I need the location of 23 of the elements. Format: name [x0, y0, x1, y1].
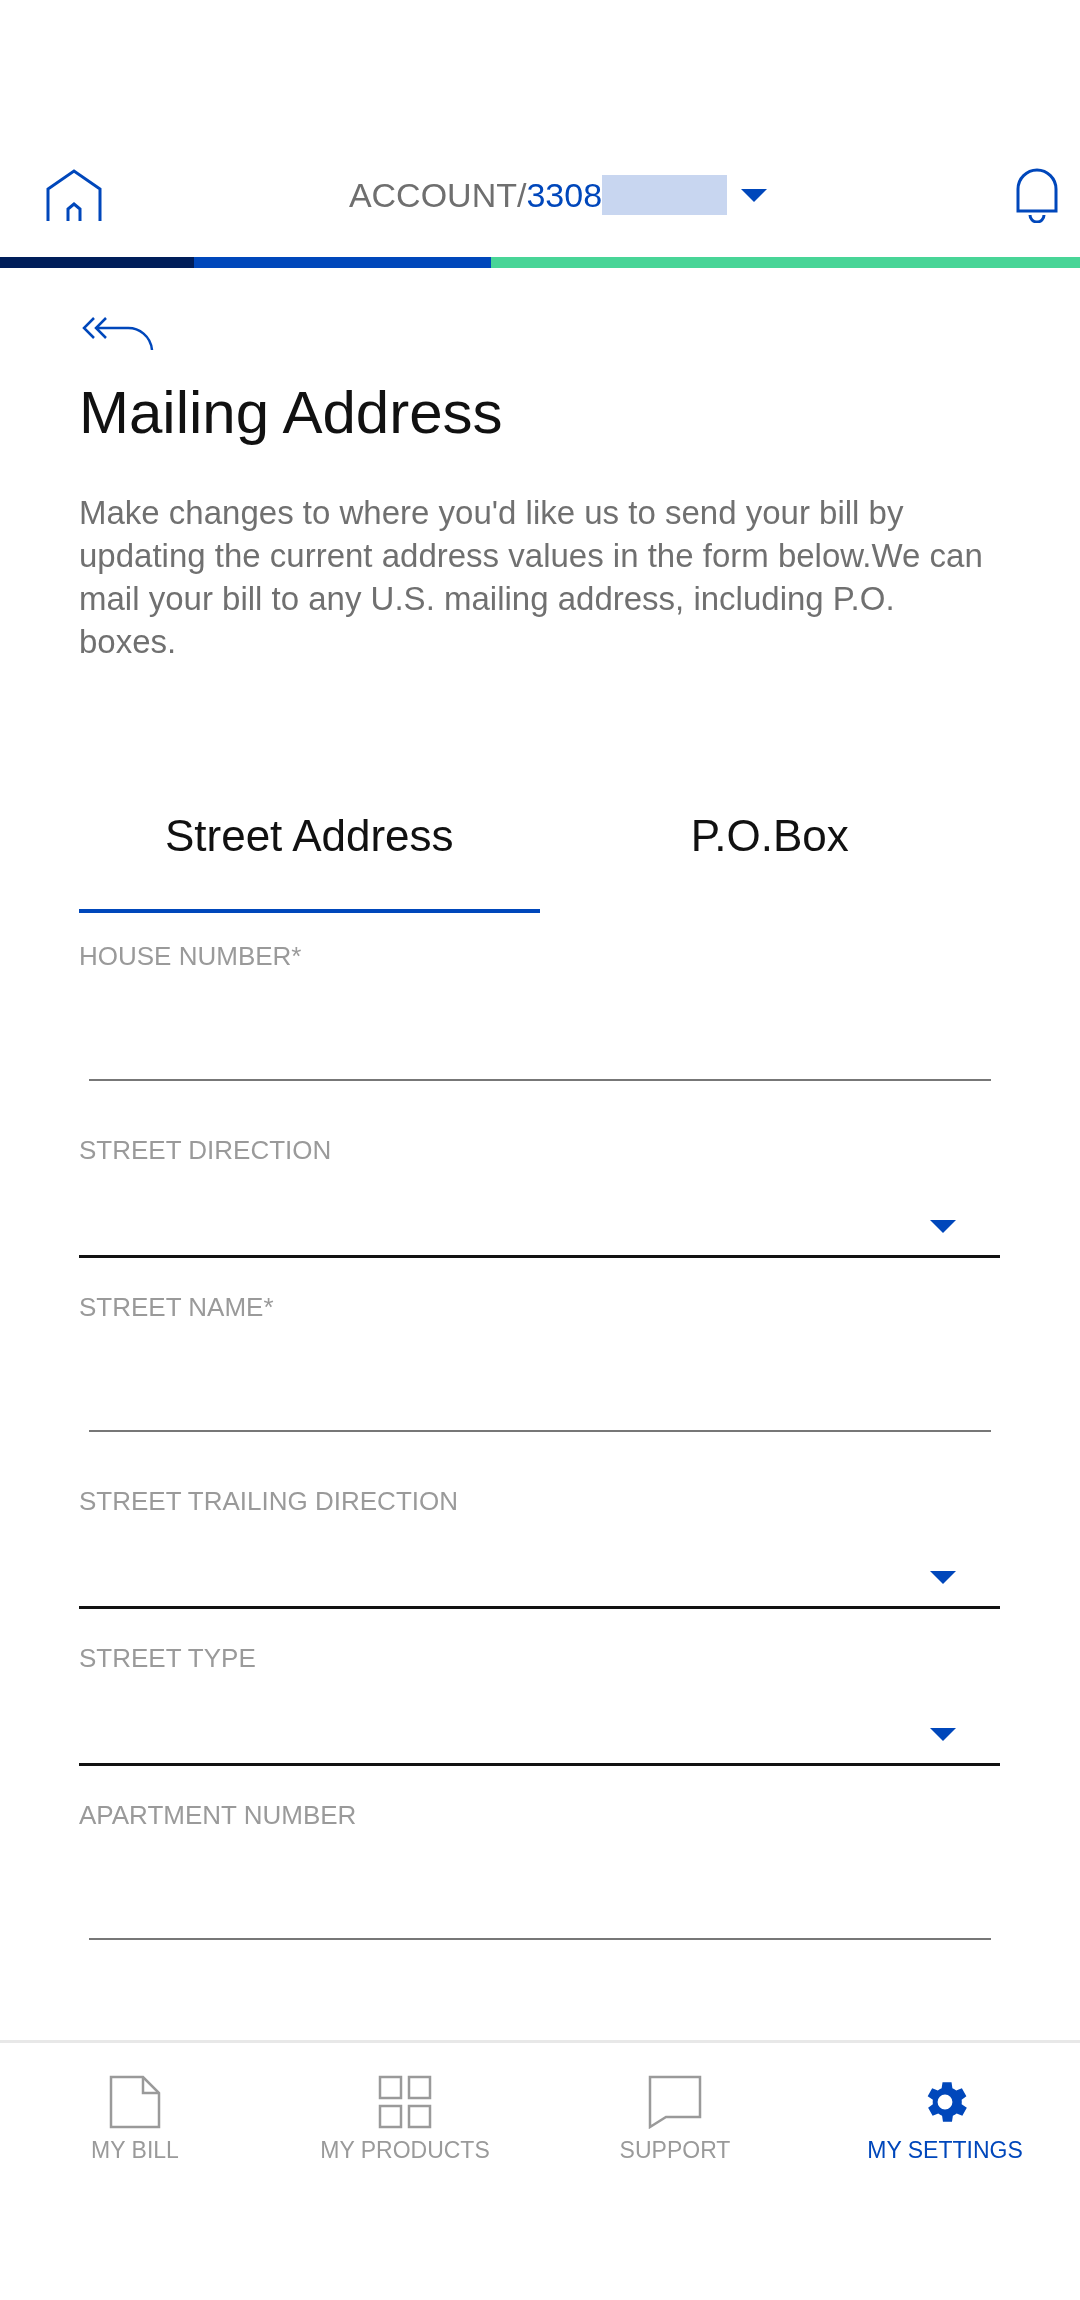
account-label: ACCOUNT/ — [348, 175, 527, 215]
back-arrow-icon[interactable] — [82, 316, 154, 352]
home-icon[interactable] — [46, 169, 102, 221]
caret-icon — [930, 1728, 956, 1741]
caret-icon — [930, 1571, 956, 1584]
page-title: Mailing Address — [79, 378, 504, 447]
tab[interactable]: Street Address — [79, 763, 540, 913]
nav-item[interactable]: MY SETTINGS — [810, 2043, 1080, 2165]
field-label: STREET TRAILING DIRECTION — [79, 1486, 459, 1516]
grid-icon — [378, 2075, 432, 2129]
bell-icon[interactable] — [1014, 167, 1060, 223]
description-text: Make changes to where you'd like us to send your bill by updating the current address values in the form below.We can mail your bill to any U.S. mailing address, including P.O. boxes. — [79, 493, 984, 662]
field-label: HOUSE NUMBER* — [79, 941, 303, 971]
chat-bubble-icon — [648, 2075, 702, 2129]
field-label: APARTMENT NUMBER — [79, 1800, 358, 1830]
caret-icon — [741, 188, 768, 202]
caret-icon — [930, 1220, 956, 1233]
field-label: STREET NAME* — [79, 1292, 275, 1322]
tab[interactable]: P.O.Box — [539, 763, 1000, 913]
field-label: STREET TYPE — [79, 1643, 257, 1673]
field-label: STREET DIRECTION — [79, 1135, 333, 1165]
document-icon — [109, 2075, 161, 2129]
account-number: 3308 — [526, 175, 603, 215]
